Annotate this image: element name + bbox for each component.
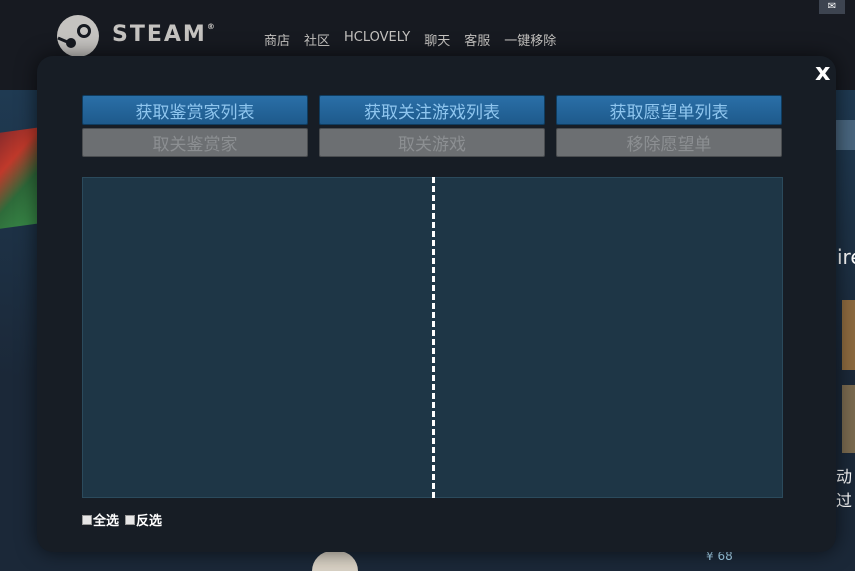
- invert-selection-label: 反选: [136, 514, 163, 529]
- background-thumbnail: [842, 300, 855, 370]
- background-text-fragment: 动过: [836, 467, 853, 510]
- nav-community[interactable]: 社区: [304, 30, 330, 49]
- select-all-label: 全选: [93, 514, 120, 529]
- background-banner-fragment: [836, 120, 855, 150]
- get-curators-button[interactable]: 获取鉴赏家列表: [82, 95, 308, 125]
- invert-selection-checkbox[interactable]: [125, 514, 136, 525]
- select-all-checkbox[interactable]: [82, 514, 92, 525]
- nav-remove-all[interactable]: 一键移除: [504, 30, 556, 49]
- panel-divider: [432, 177, 435, 498]
- background-thumbnail: [842, 385, 855, 453]
- close-button[interactable]: x: [815, 58, 830, 86]
- unfollow-curators-button[interactable]: 取关鉴赏家: [82, 128, 308, 157]
- selection-controls: 全选 反选: [82, 510, 166, 529]
- gift-card-image: [0, 127, 40, 229]
- nav-support[interactable]: 客服: [464, 30, 490, 49]
- get-wishlist-button[interactable]: 获取愿望单列表: [556, 95, 782, 125]
- nav-store[interactable]: 商店: [264, 30, 290, 49]
- top-nav: 商店 社区 HCLOVELY 聊天 客服 一键移除: [264, 30, 556, 49]
- get-followed-games-button[interactable]: 获取关注游戏列表: [319, 95, 545, 125]
- steam-brand-text[interactable]: STEAM®: [112, 22, 217, 47]
- mail-icon[interactable]: ✉: [819, 0, 845, 14]
- select-all-option[interactable]: 全选: [82, 510, 119, 529]
- unfollow-games-button[interactable]: 取关游戏: [319, 128, 545, 157]
- nav-profile[interactable]: HCLOVELY: [344, 30, 410, 49]
- nav-chat[interactable]: 聊天: [424, 30, 450, 49]
- steam-logo-icon[interactable]: [56, 14, 100, 58]
- background-text-fragment: ire: [837, 245, 855, 269]
- remove-wishlist-button[interactable]: 移除愿望单: [556, 128, 782, 157]
- invert-selection-option[interactable]: 反选: [125, 510, 162, 529]
